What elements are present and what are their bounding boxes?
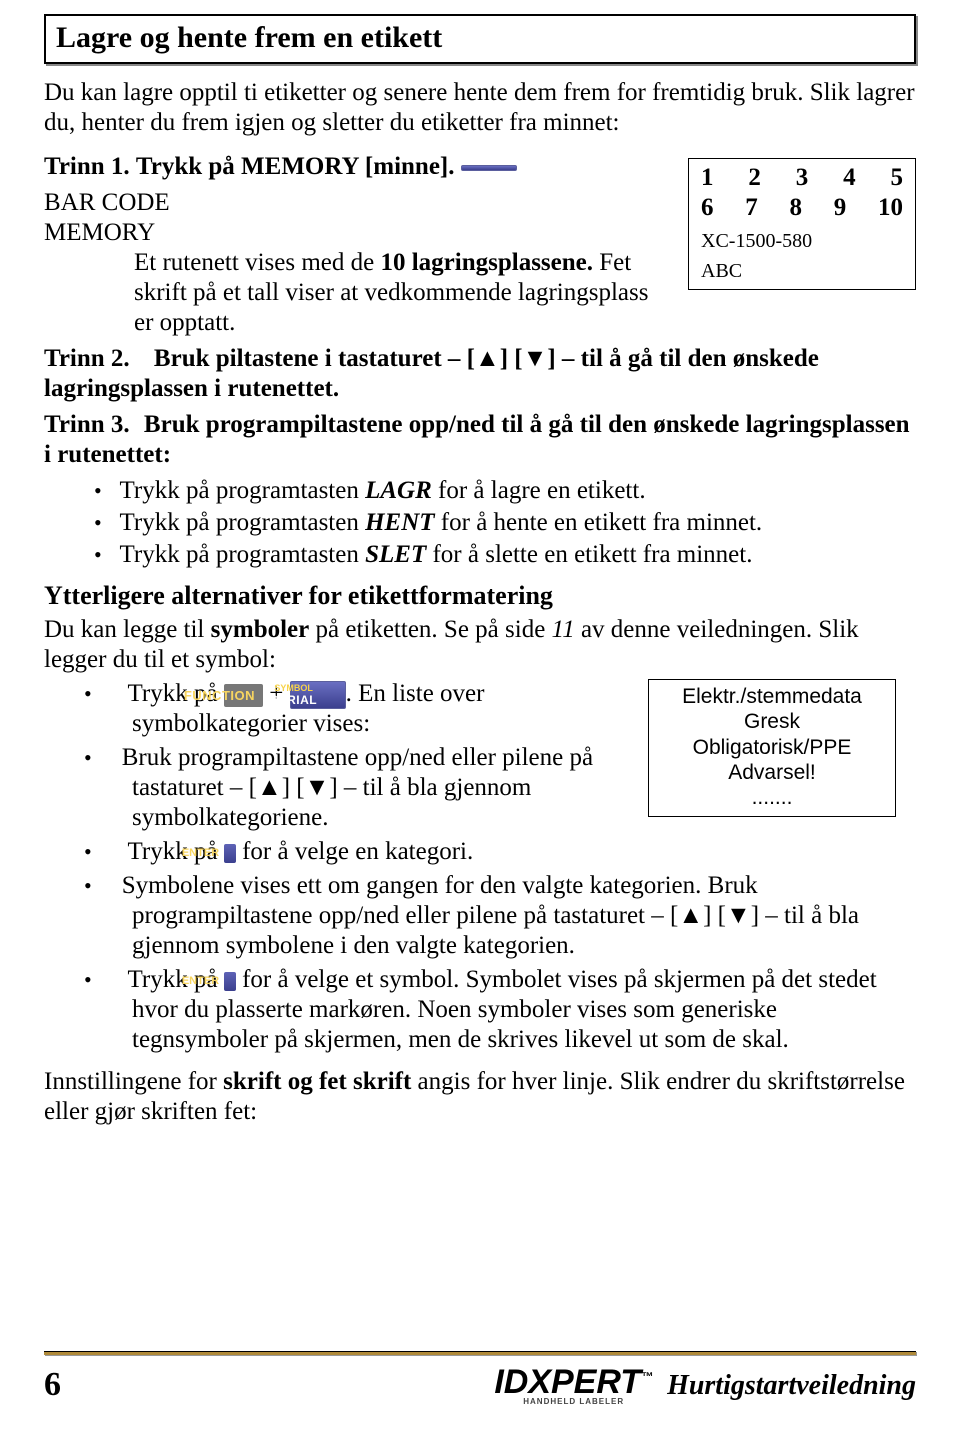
bullet-browse-symbols: Symbolene vises ett om gangen for den va… xyxy=(84,871,916,961)
bullet-lagr: Trykk på programtasten LAGR for å lagre … xyxy=(94,476,916,506)
icon-line2: SERIAL xyxy=(295,694,341,707)
page-number: 6 xyxy=(44,1365,61,1406)
subheading: Ytterligere alternativer for etikettform… xyxy=(44,580,916,611)
step-2-text: Bruk piltastene i tastaturet – [▲] [▼] –… xyxy=(44,345,819,402)
text: for å slette en etikett fra minnet. xyxy=(426,541,752,568)
text: for å velge en kategori. xyxy=(236,838,473,865)
section-title-box: Lagre og hente frem en etikett xyxy=(44,14,916,64)
symbox-line: Elektr./stemmedata xyxy=(661,684,883,709)
brand-tagline: HANDHELD LABELER xyxy=(523,1398,624,1406)
text: Trykk på programtasten xyxy=(120,477,366,504)
function-key-icon: FUNCTION xyxy=(224,684,263,708)
grid-row-1: 1 2 3 4 5 xyxy=(701,163,903,193)
text: for å hente en etikett fra minnet. xyxy=(435,509,763,536)
step-2-label: Trinn 2. xyxy=(44,345,130,372)
symbox-line: Gresk xyxy=(661,709,883,734)
step-1-lead: Trykk på MEMORY [minne]. xyxy=(136,153,455,180)
section-title: Lagre og hente frem en etikett xyxy=(56,20,904,56)
symbox-line: Obligatorisk/PPE xyxy=(661,735,883,760)
step-3-bullets: Trykk på programtasten LAGR for å lagre … xyxy=(94,476,916,570)
symbox-line: ....... xyxy=(661,785,883,810)
bullet-enter-category: Trykk på ENTER for å velge en kategori. xyxy=(84,837,916,867)
guide-title: Hurtigstartveiledning xyxy=(667,1369,916,1403)
step-3-label: Trinn 3. xyxy=(44,411,130,438)
grid-meta-2: ABC xyxy=(701,259,903,283)
text: for å lagre en etikett. xyxy=(432,477,646,504)
softkey-name: LAGR xyxy=(365,477,432,504)
text-bold: skrift og fet skrift xyxy=(223,1068,411,1095)
grid-cell: 1 xyxy=(701,163,714,193)
grid-cell: 3 xyxy=(796,163,809,193)
text: Innstillingene for xyxy=(44,1068,223,1095)
trademark-icon: ™ xyxy=(641,1369,653,1383)
text: Trykk på programtasten xyxy=(120,541,366,568)
symbox-line: Advarsel! xyxy=(661,760,883,785)
symbol-category-box: Elektr./stemmedata Gresk Obligatorisk/PP… xyxy=(648,679,896,817)
text: på etiketten. Se på side xyxy=(309,616,551,643)
step-1-label: Trinn 1. xyxy=(44,153,130,180)
grid-cell: 7 xyxy=(745,193,758,223)
memory-grid-box: 1 2 3 4 5 6 7 8 9 10 XC-1500-580 ABC xyxy=(688,158,916,290)
softkey-name: HENT xyxy=(365,509,434,536)
serial-key-icon: SYMBOLSERIAL xyxy=(290,681,346,709)
closing-paragraph: Innstillingene for skrift og fet skrift … xyxy=(44,1067,916,1127)
grid-cell: 10 xyxy=(878,193,903,223)
step-3-text: Bruk programpiltastene opp/ned til å gå … xyxy=(44,411,910,468)
page-ref: 11 xyxy=(552,616,575,643)
bullet-hent: Trykk på programtasten HENT for å hente … xyxy=(94,508,916,538)
grid-cell: 6 xyxy=(701,193,714,223)
grid-row-2: 6 7 8 9 10 xyxy=(701,193,903,223)
step-3: Trinn 3. Bruk programpiltastene opp/ned … xyxy=(44,410,916,470)
grid-cell: 8 xyxy=(790,193,803,223)
text-bold: 10 lagringsplassene. xyxy=(380,249,593,276)
symbols-intro: Du kan legge til symboler på etiketten. … xyxy=(44,615,916,675)
text: Trykk på programtasten xyxy=(120,509,366,536)
bullet-enter-symbol: Trykk på ENTER for å velge et symbol. Sy… xyxy=(84,965,916,1055)
page-footer: 6 IDXPERT™ HANDHELD LABELER Hurtigstartv… xyxy=(44,1351,916,1406)
bullet-slet: Trykk på programtasten SLET for å slette… xyxy=(94,540,916,570)
grid-meta-1: XC-1500-580 xyxy=(701,229,903,253)
text: Et rutenett vises med de xyxy=(134,249,380,276)
text: Du kan legge til xyxy=(44,616,211,643)
brand-name: IDXPERT xyxy=(494,1363,641,1401)
brand-logo: IDXPERT™ HANDHELD LABELER xyxy=(494,1366,653,1406)
footer-row: 6 IDXPERT™ HANDHELD LABELER Hurtigstartv… xyxy=(44,1365,916,1406)
enter-key-icon: ENTER xyxy=(224,844,236,863)
grid-cell: 5 xyxy=(891,163,904,193)
softkey-name: SLET xyxy=(365,541,426,568)
memory-key-icon xyxy=(461,165,517,171)
text-bold: symboler xyxy=(211,616,310,643)
intro-paragraph: Du kan lagre opptil ti etiketter og sene… xyxy=(44,78,916,138)
step-2: Trinn 2. Bruk piltastene i tastaturet – … xyxy=(44,344,916,404)
footer-rule xyxy=(44,1351,916,1355)
text: for å velge et symbol. Symbolet vises på… xyxy=(132,966,877,1053)
grid-cell: 2 xyxy=(748,163,761,193)
brand-wrap: IDXPERT™ HANDHELD LABELER Hurtigstartvei… xyxy=(494,1366,916,1406)
grid-cell: 4 xyxy=(843,163,856,193)
grid-cell: 9 xyxy=(834,193,847,223)
enter-key-icon: ENTER xyxy=(224,972,236,991)
